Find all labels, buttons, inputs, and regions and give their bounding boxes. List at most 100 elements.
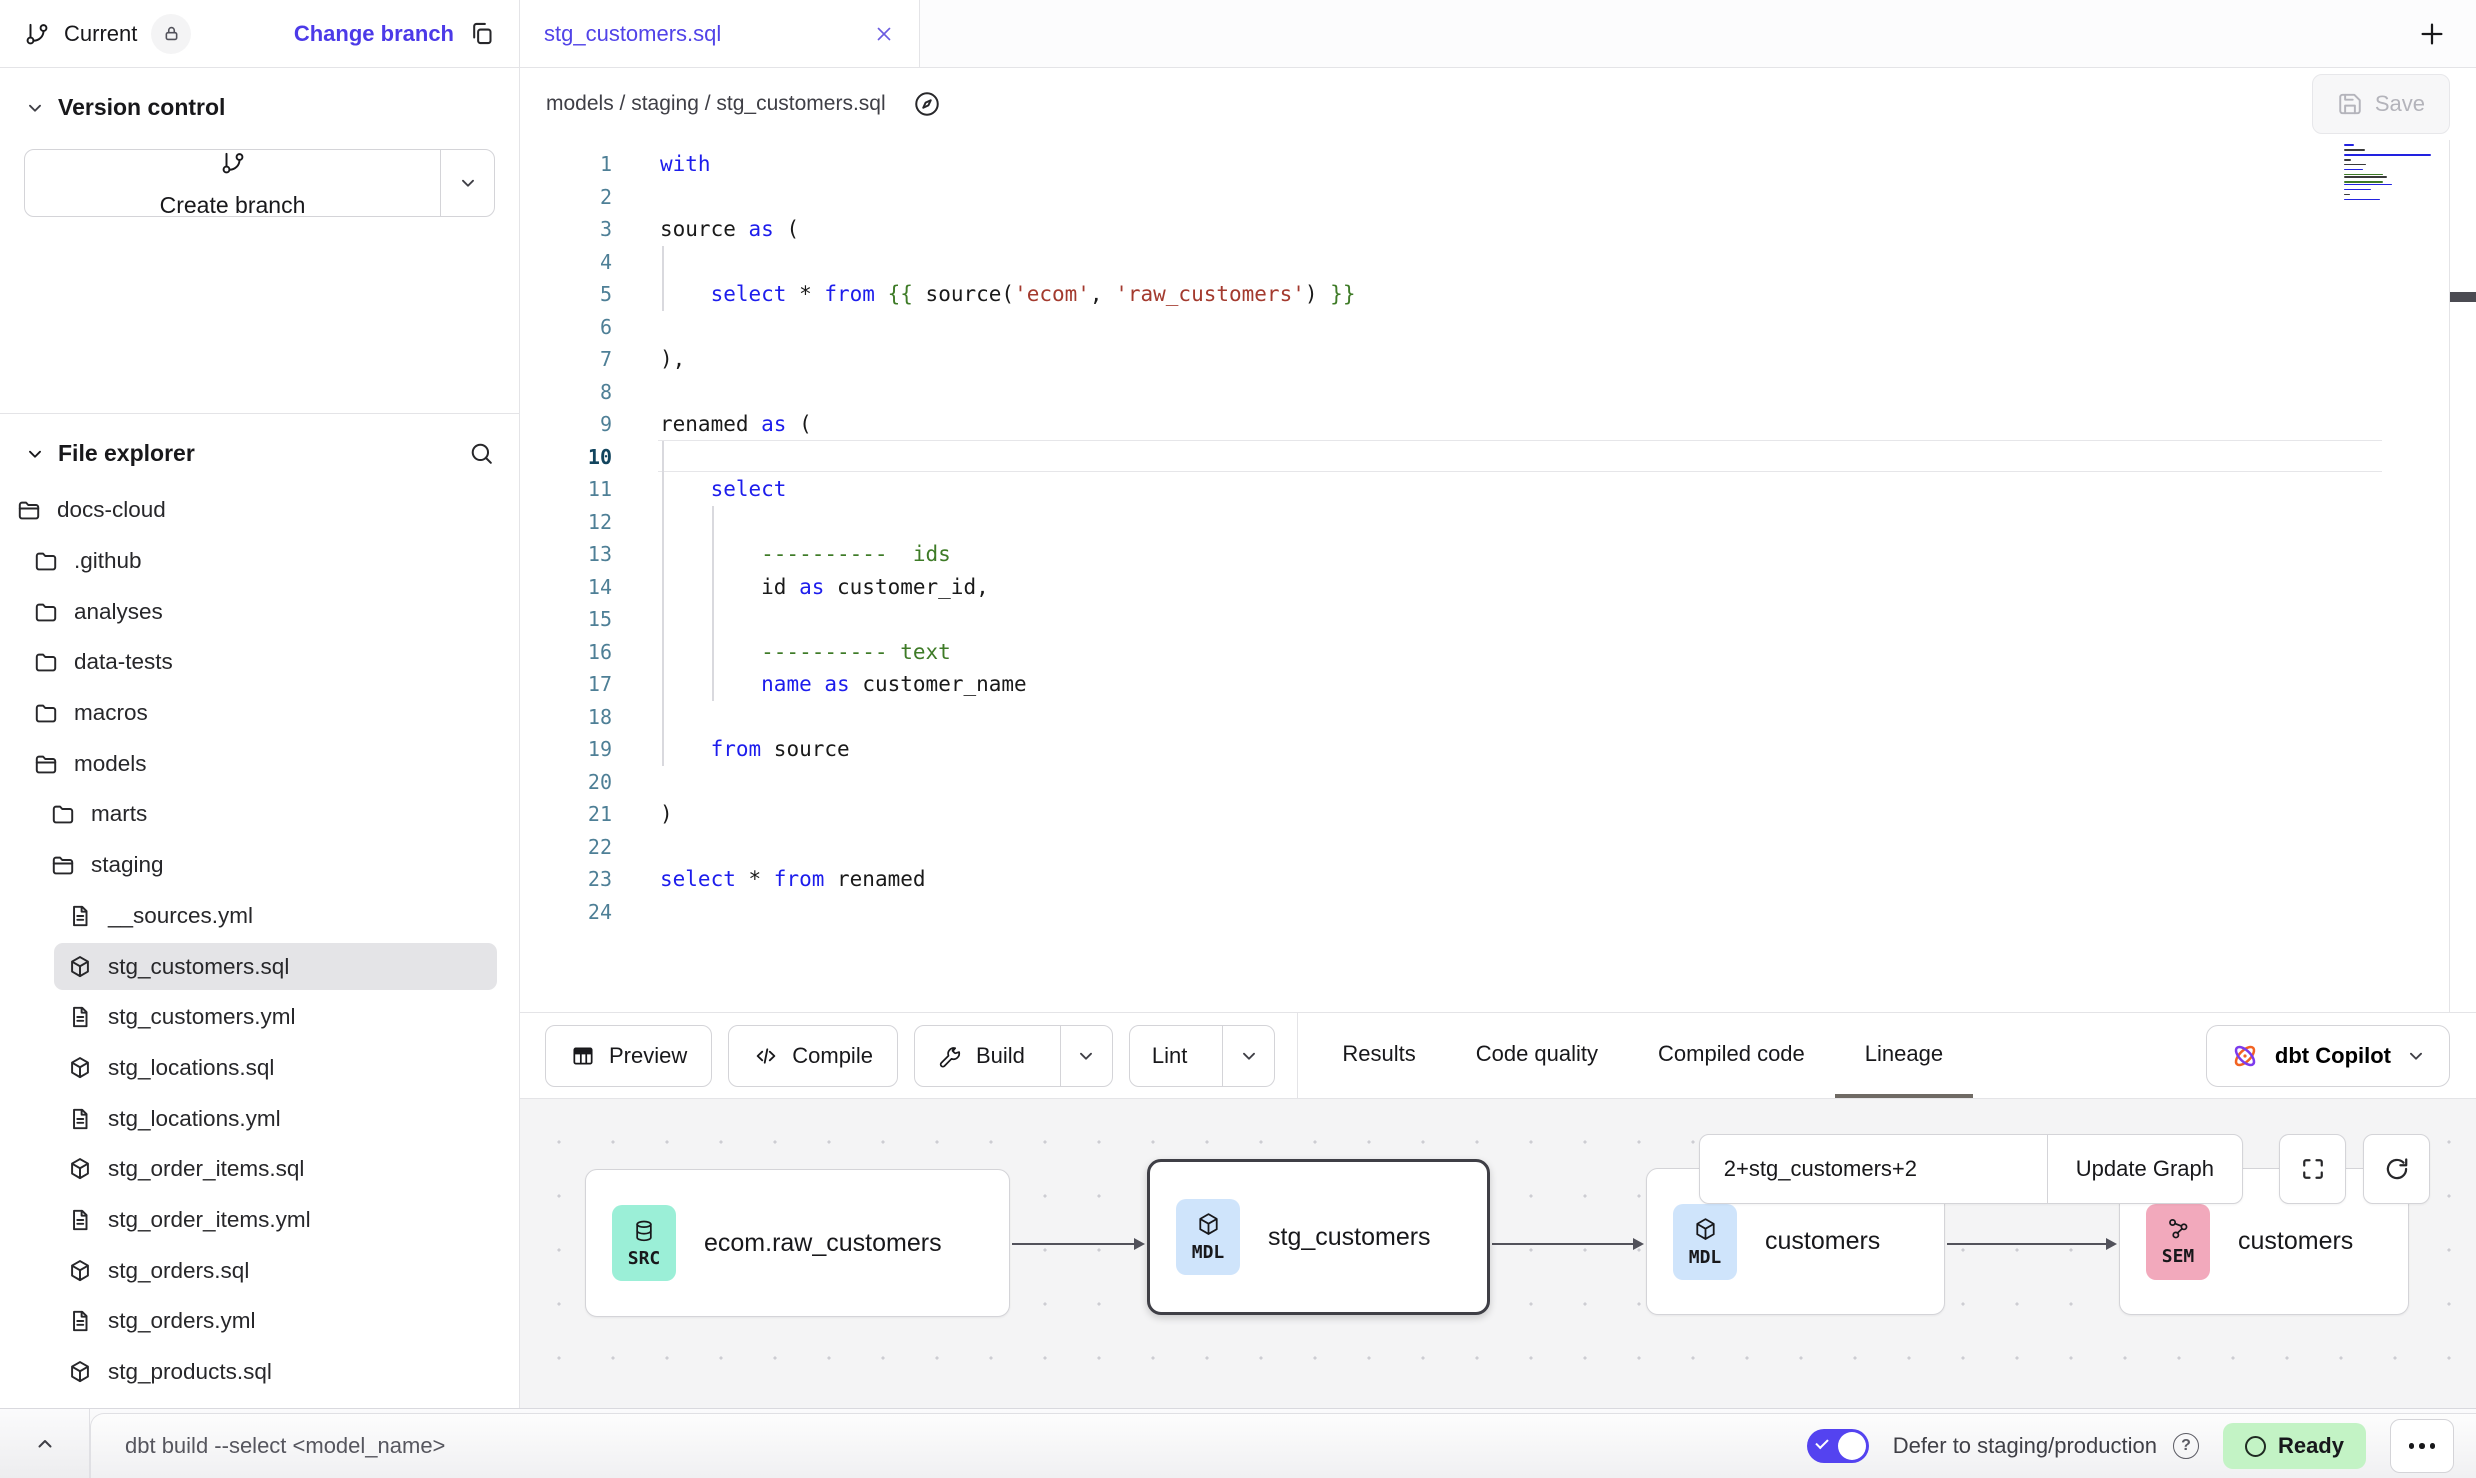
line-number: 24 <box>520 896 612 929</box>
code-line[interactable]: name as customer_name <box>660 668 2476 701</box>
code-line[interactable] <box>660 766 2476 799</box>
lineage-node-ecom-raw-customers-src[interactable]: SRCecom.raw_customers <box>585 1169 1010 1317</box>
tree-item-stg-orders-sql[interactable]: stg_orders.sql <box>0 1245 519 1296</box>
editor-minimap[interactable] <box>2344 144 2440 204</box>
code-line[interactable] <box>660 246 2476 279</box>
fullscreen-button[interactable] <box>2279 1134 2346 1204</box>
code-line[interactable]: select * from {{ source('ecom', 'raw_cus… <box>660 278 2476 311</box>
code-line[interactable]: select <box>660 473 2476 506</box>
tree-item-label: docs-cloud <box>57 497 166 523</box>
tab-results[interactable]: Results <box>1312 1013 1445 1098</box>
compile-button[interactable]: Compile <box>728 1025 898 1087</box>
build-menu-button[interactable] <box>1060 1026 1112 1086</box>
code-line[interactable]: from source <box>660 733 2476 766</box>
code-line[interactable]: with <box>660 148 2476 181</box>
copilot-compass-button[interactable] <box>904 81 950 127</box>
defer-toggle[interactable] <box>1807 1429 1869 1463</box>
code-line[interactable] <box>660 506 2476 539</box>
line-number: 8 <box>520 376 612 409</box>
version-control-header[interactable]: Version control <box>24 94 495 121</box>
folder-open-icon <box>50 852 76 878</box>
refresh-button[interactable] <box>2363 1134 2430 1204</box>
more-options-button[interactable] <box>2390 1419 2454 1473</box>
close-icon[interactable] <box>873 23 895 45</box>
file-explorer-header[interactable]: File explorer <box>0 414 519 477</box>
line-number: 17 <box>520 668 612 701</box>
lint-menu-button[interactable] <box>1222 1026 1274 1086</box>
create-branch-menu-button[interactable] <box>440 150 494 216</box>
tree-item-stg-products-sql[interactable]: stg_products.sql <box>0 1347 519 1398</box>
code-line[interactable]: ---------- text <box>660 636 2476 669</box>
tree-item-stg-locations-sql[interactable]: stg_locations.sql <box>0 1043 519 1094</box>
copy-icon <box>468 20 495 47</box>
code-icon <box>753 1043 779 1069</box>
semantic-icon <box>2165 1216 2191 1242</box>
code-line[interactable]: ) <box>660 798 2476 831</box>
tree-item-stg-customers-yml[interactable]: stg_customers.yml <box>0 992 519 1043</box>
code-line[interactable]: renamed as ( <box>660 408 2476 441</box>
tab-stg-customers-sql[interactable]: stg_customers.sql <box>520 0 920 67</box>
tab-lineage[interactable]: Lineage <box>1835 1013 1973 1098</box>
code-editor[interactable]: 123456789101112131415161718192021222324 … <box>520 140 2476 1012</box>
search-icon[interactable] <box>468 440 495 467</box>
code-line[interactable] <box>660 181 2476 214</box>
tab-code-quality[interactable]: Code quality <box>1446 1013 1628 1098</box>
help-icon[interactable]: ? <box>2173 1433 2199 1459</box>
update-graph-button[interactable]: Update Graph <box>2047 1135 2242 1203</box>
lineage-selector-input[interactable]: 2+stg_customers+2 <box>1700 1135 2047 1203</box>
code-line[interactable] <box>660 441 2476 474</box>
code-line[interactable] <box>660 376 2476 409</box>
branch-row: Current Change branch <box>0 0 519 68</box>
tree-item-stg-orders-yml[interactable]: stg_orders.yml <box>0 1296 519 1347</box>
tree-item-stg-order-items-yml[interactable]: stg_order_items.yml <box>0 1195 519 1246</box>
lineage-edge <box>1492 1243 1642 1245</box>
sidebar: Current Change branch Version control Cr… <box>0 0 520 1408</box>
doc-icon <box>67 1106 93 1132</box>
code-line[interactable]: select * from renamed <box>660 863 2476 896</box>
code-line[interactable]: id as customer_id, <box>660 571 2476 604</box>
line-number: 15 <box>520 603 612 636</box>
preview-button[interactable]: Preview <box>545 1025 712 1087</box>
doc-icon <box>67 1207 93 1233</box>
code-line[interactable] <box>660 896 2476 929</box>
tree-item-label: stg_orders.yml <box>108 1308 256 1334</box>
tree-item-docs-cloud[interactable]: docs-cloud <box>0 485 519 536</box>
build-button[interactable]: Build <box>915 1026 1047 1086</box>
editor-code-area[interactable]: with source as ( select * from {{ source(… <box>624 140 2476 1012</box>
code-line[interactable]: source as ( <box>660 213 2476 246</box>
code-line[interactable]: ), <box>660 343 2476 376</box>
code-line[interactable] <box>660 701 2476 734</box>
new-tab-button[interactable] <box>2406 8 2458 60</box>
lint-button[interactable]: Lint <box>1130 1026 1209 1086</box>
code-line[interactable]: ---------- ids <box>660 538 2476 571</box>
tab-compiled-code[interactable]: Compiled code <box>1628 1013 1835 1098</box>
badge-label: SEM <box>2162 1246 2195 1267</box>
tree-item-marts[interactable]: marts <box>0 789 519 840</box>
tree-item-data-tests[interactable]: data-tests <box>0 637 519 688</box>
command-input[interactable]: dbt build --select <model_name> <box>125 1433 1783 1459</box>
copy-branch-button[interactable] <box>468 20 495 47</box>
code-line[interactable] <box>660 831 2476 864</box>
tree-item-stg-customers-sql[interactable]: stg_customers.sql <box>0 941 519 992</box>
tree-item-staging[interactable]: staging <box>0 840 519 891</box>
code-line[interactable] <box>660 603 2476 636</box>
lineage-node-stg-customers-mdl[interactable]: MDLstg_customers <box>1147 1159 1490 1315</box>
tree-item--sources-yml[interactable]: __sources.yml <box>0 891 519 942</box>
tree-item-models[interactable]: models <box>0 738 519 789</box>
tree-item-label: stg_orders.sql <box>108 1258 249 1284</box>
tree-item-stg-order-items-sql[interactable]: stg_order_items.sql <box>0 1144 519 1195</box>
badge-label: MDL <box>1689 1247 1722 1268</box>
tree-item-macros[interactable]: macros <box>0 688 519 739</box>
editor-gutter: 123456789101112131415161718192021222324 <box>520 140 624 1012</box>
dbt-copilot-button[interactable]: dbt Copilot <box>2206 1025 2450 1087</box>
tree-item--github[interactable]: .github <box>0 536 519 587</box>
tree-item-label: stg_customers.sql <box>108 954 289 980</box>
tree-item-stg-locations-yml[interactable]: stg_locations.yml <box>0 1093 519 1144</box>
tree-item-analyses[interactable]: analyses <box>0 586 519 637</box>
save-button[interactable]: Save <box>2312 74 2450 134</box>
create-branch-button[interactable]: Create branch <box>25 150 440 216</box>
change-branch-link[interactable]: Change branch <box>294 21 454 47</box>
expand-command-bar-button[interactable] <box>0 1409 90 1478</box>
lineage-controls: 2+stg_customers+2 Update Graph <box>1699 1134 2430 1204</box>
code-line[interactable] <box>660 311 2476 344</box>
